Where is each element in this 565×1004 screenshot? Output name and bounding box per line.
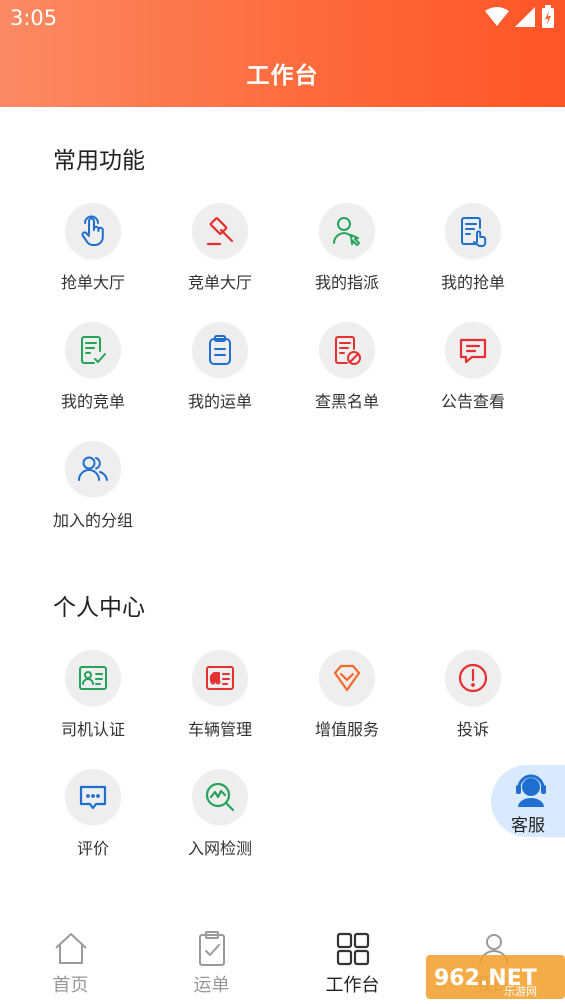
my-bid-order-item[interactable]: 我的竞单 (29, 322, 157, 412)
my-waybill-item[interactable]: 我的运单 (156, 322, 284, 412)
grab-order-hall-item[interactable]: 抢单大厅 (29, 203, 157, 293)
watermark-sub: 乐游网 (504, 985, 537, 998)
value-added-service-item[interactable]: 增值服务 (283, 650, 411, 740)
tab-label: 工作台 (325, 975, 380, 996)
group-users-icon (65, 441, 121, 497)
check-blacklist-item[interactable]: 查黑名单 (283, 322, 411, 412)
tab-home[interactable]: 首页 (0, 905, 141, 997)
item-label: 抢单大厅 (60, 273, 125, 292)
joined-groups-item[interactable]: 加入的分组 (29, 441, 157, 531)
header-bar: 3:05 工作台 (0, 0, 565, 107)
alert-circle-icon (445, 650, 501, 706)
document-tap-icon (445, 203, 501, 259)
driver-verification-item[interactable]: 司机认证 (29, 650, 157, 740)
tab-label: 首页 (52, 975, 89, 996)
home-icon (51, 929, 91, 969)
item-label: 司机认证 (60, 720, 125, 739)
diamond-service-icon (319, 650, 375, 706)
item-label: 评价 (76, 839, 109, 858)
vehicle-management-item[interactable]: 车辆管理 (156, 650, 284, 740)
item-label: 我的抢单 (440, 273, 505, 292)
document-check-icon (65, 322, 121, 378)
battery-icon (541, 5, 555, 33)
comment-bubble-icon (65, 769, 121, 825)
complaint-item[interactable]: 投诉 (409, 650, 537, 740)
grid-icon (333, 929, 373, 969)
vehicle-card-icon (192, 650, 248, 706)
item-label: 查黑名单 (314, 392, 379, 411)
customer-service-label: 客服 (511, 816, 545, 836)
item-label: 投诉 (456, 720, 489, 739)
item-label: 我的竞单 (60, 392, 125, 411)
network-check-icon (192, 769, 248, 825)
item-label: 公告查看 (440, 392, 505, 411)
item-label: 我的指派 (314, 273, 379, 292)
id-card-icon (65, 650, 121, 706)
item-label: 加入的分组 (52, 511, 133, 530)
status-time: 3:05 (10, 6, 58, 30)
status-icons (485, 5, 555, 33)
user-assign-icon (319, 203, 375, 259)
page-title: 工作台 (246, 63, 319, 89)
wifi-icon (485, 7, 509, 31)
notice-message-icon (445, 322, 501, 378)
item-label: 竞单大厅 (187, 273, 252, 292)
tab-label: 运单 (193, 975, 230, 996)
item-label: 我的运单 (187, 392, 252, 411)
auction-gavel-icon (192, 203, 248, 259)
item-label: 车辆管理 (187, 720, 252, 739)
signal-icon (515, 7, 535, 31)
clipboard-icon (192, 322, 248, 378)
hand-tap-icon (65, 203, 121, 259)
item-label: 增值服务 (314, 720, 379, 739)
section-title-personal: 个人中心 (53, 595, 145, 621)
bid-order-hall-item[interactable]: 竞单大厅 (156, 203, 284, 293)
network-check-item[interactable]: 入网检测 (156, 769, 284, 859)
item-label: 入网检测 (187, 839, 252, 858)
notice-view-item[interactable]: 公告查看 (409, 322, 537, 412)
section-title-common: 常用功能 (53, 148, 145, 174)
blacklist-doc-icon (319, 322, 375, 378)
customer-service-button[interactable]: 客服 (491, 765, 565, 837)
my-assignment-item[interactable]: 我的指派 (283, 203, 411, 293)
evaluation-item[interactable]: 评价 (29, 769, 157, 859)
waybill-clipboard-icon (192, 929, 232, 969)
site-watermark: 962.NET 乐游网 (426, 955, 565, 999)
headset-icon (513, 771, 549, 813)
tab-waybill[interactable]: 运单 (141, 905, 282, 997)
my-grab-order-item[interactable]: 我的抢单 (409, 203, 537, 293)
tab-workbench[interactable]: 工作台 (282, 905, 423, 997)
